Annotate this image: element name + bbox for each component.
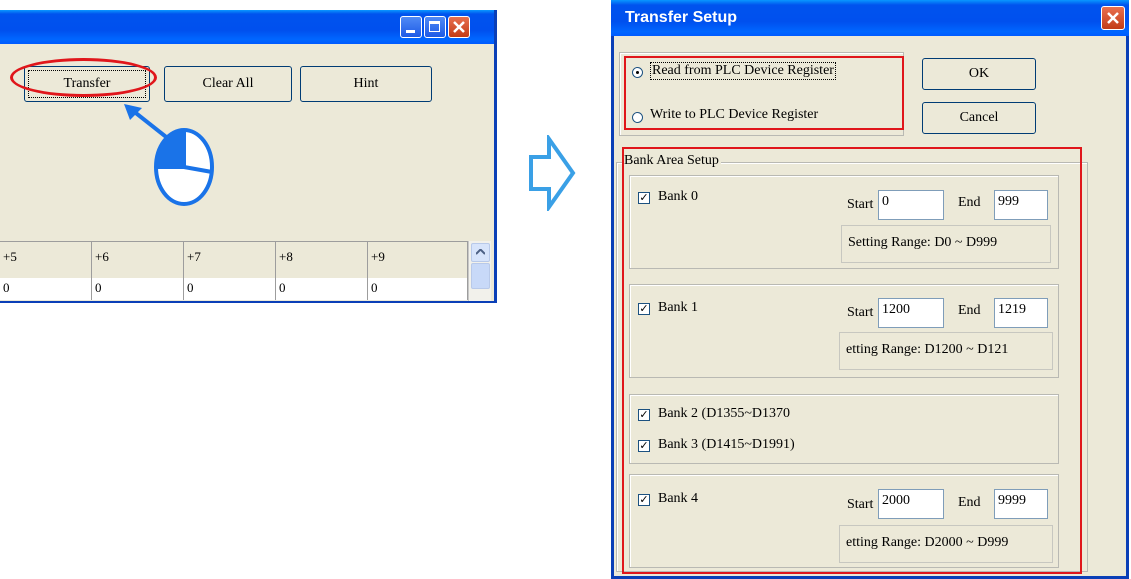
arrow-right-icon (529, 135, 576, 211)
clear-all-button[interactable]: Clear All (164, 66, 292, 102)
cancel-button-label: Cancel (959, 110, 999, 125)
hint-button[interactable]: Hint (300, 66, 432, 102)
transfer-highlight (10, 58, 157, 97)
bank-area-highlight (622, 147, 1082, 574)
column-header: +6 (92, 242, 184, 278)
grid-cell[interactable]: 0 (368, 278, 468, 300)
clear-all-button-label: Clear All (202, 76, 254, 91)
scroll-up-button[interactable] (471, 243, 490, 262)
close-icon (1107, 12, 1119, 24)
column-header: +5 (0, 242, 92, 278)
ok-button[interactable]: OK (922, 58, 1036, 90)
table-row: 0 0 0 0 0 (0, 278, 468, 300)
close-icon (453, 21, 465, 33)
dialog-title: Transfer Setup (625, 9, 738, 26)
cancel-button[interactable]: Cancel (922, 102, 1036, 134)
column-header: +9 (368, 242, 468, 278)
mode-highlight (624, 56, 904, 130)
vertical-scrollbar[interactable] (468, 241, 491, 301)
maximize-icon (429, 21, 440, 32)
ok-button-label: OK (968, 66, 990, 81)
column-header: +7 (184, 242, 276, 278)
grid-header: +5 +6 +7 +8 +9 (0, 241, 468, 279)
scroll-thumb[interactable] (471, 263, 490, 289)
close-button[interactable] (448, 16, 470, 38)
hint-button-label: Hint (353, 76, 379, 91)
grid-cell[interactable]: 0 (276, 278, 368, 300)
grid-cell[interactable]: 0 (0, 278, 92, 300)
maximize-button[interactable] (424, 16, 446, 38)
minimize-icon (406, 30, 415, 33)
grid-cell[interactable]: 0 (184, 278, 276, 300)
grid-cell[interactable]: 0 (92, 278, 184, 300)
click-pointer-icon (124, 104, 214, 206)
chevron-up-icon (476, 249, 485, 255)
minimize-button[interactable] (400, 16, 422, 38)
main-window: Transfer Clear All Hint +5 +6 +7 +8 +9 0… (0, 10, 497, 303)
column-header: +8 (276, 242, 368, 278)
title-bar (0, 10, 494, 44)
dialog-close-button[interactable] (1101, 6, 1125, 30)
